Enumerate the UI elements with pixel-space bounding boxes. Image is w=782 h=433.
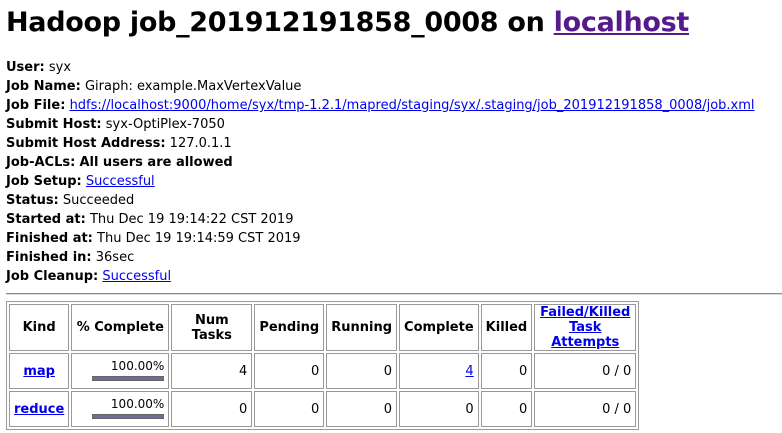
finished-in-label: Finished in: (6, 250, 92, 265)
map-complete-link[interactable]: 4 (465, 364, 473, 379)
cell-kind: map (9, 353, 70, 389)
job-cleanup-row: Job Cleanup: Successful (6, 267, 782, 286)
user-value: syx (48, 60, 72, 75)
job-cleanup-link[interactable]: Successful (102, 269, 171, 284)
started-row: Started at: Thu Dec 19 19:14:22 CST 2019 (6, 210, 782, 229)
progress-text: 100.00% (110, 397, 165, 411)
reduce-link[interactable]: reduce (14, 402, 64, 417)
header-percent-complete: % Complete (71, 304, 170, 351)
job-acls-row: Job-ACLs: All users are allowed (6, 153, 782, 172)
table-row-reduce: reduce 100.00% 0 0 0 0 0 0 / 0 (9, 391, 637, 427)
header-failed-killed: Failed/Killed Task Attempts (534, 304, 637, 351)
cell-running: 0 (326, 391, 398, 427)
job-setup-row: Job Setup: Successful (6, 172, 782, 191)
job-cleanup-label: Job Cleanup: (6, 269, 99, 284)
progress-map: 100.00% (92, 358, 165, 384)
cell-pending: 0 (254, 391, 325, 427)
progress-fill (93, 415, 164, 418)
started-value: Thu Dec 19 19:14:22 CST 2019 (89, 212, 294, 227)
progress-bar (92, 376, 165, 381)
finished-label: Finished at: (6, 231, 93, 246)
cell-kind: reduce (9, 391, 70, 427)
header-complete: Complete (399, 304, 479, 351)
submit-address-label: Submit Host Address: (6, 136, 166, 151)
job-file-row: Job File: hdfs://localhost:9000/home/syx… (6, 96, 782, 115)
header-killed: Killed (480, 304, 533, 351)
status-label: Status: (6, 193, 59, 208)
submit-host-value: syx-OptiPlex-7050 (105, 117, 225, 132)
cell-pending: 0 (254, 353, 325, 389)
cell-percent: 100.00% (71, 353, 170, 389)
job-setup-label: Job Setup: (6, 174, 82, 189)
progress-reduce: 100.00% (92, 396, 165, 422)
finished-in-value: 36sec (95, 250, 135, 265)
job-name-label: Job Name: (6, 79, 81, 94)
job-file-label: Job File: (6, 98, 66, 113)
job-acls-value: All users are allowed (79, 155, 233, 170)
task-summary-table: Kind % Complete Num Tasks Pending Runnin… (6, 301, 640, 430)
job-name-value: Giraph: example.MaxVertexValue (84, 79, 302, 94)
progress-text: 100.00% (110, 359, 165, 373)
cell-killed: 0 (480, 353, 533, 389)
finished-value: Thu Dec 19 19:14:59 CST 2019 (97, 231, 301, 246)
map-link[interactable]: map (23, 364, 55, 379)
cell-running: 0 (326, 353, 398, 389)
divider (6, 293, 782, 295)
job-info: User: syx Job Name: Giraph: example.MaxV… (6, 58, 782, 286)
failed-killed-line1: Failed/Killed (540, 305, 631, 320)
cell-num-tasks: 0 (171, 391, 253, 427)
user-row: User: syx (6, 58, 782, 77)
job-name-row: Job Name: Giraph: example.MaxVertexValue (6, 77, 782, 96)
finished-row: Finished at: Thu Dec 19 19:14:59 CST 201… (6, 229, 782, 248)
cell-killed: 0 (480, 391, 533, 427)
status-value: Succeeded (62, 193, 135, 208)
started-label: Started at: (6, 212, 86, 227)
progress-fill (93, 377, 164, 380)
finished-in-row: Finished in: 36sec (6, 248, 782, 267)
job-setup-link[interactable]: Successful (86, 174, 155, 189)
cell-percent: 100.00% (71, 391, 170, 427)
table-row-map: map 100.00% 4 0 0 4 0 0 / 0 (9, 353, 637, 389)
progress-bar (92, 414, 165, 419)
page-title-text: Hadoop job_201912191858_0008 on (6, 7, 554, 38)
job-acls-label: Job-ACLs: (6, 155, 76, 170)
cell-num-tasks: 4 (171, 353, 253, 389)
cell-complete: 0 (399, 391, 479, 427)
submit-address-value: 127.0.1.1 (169, 136, 232, 151)
submit-host-row: Submit Host: syx-OptiPlex-7050 (6, 115, 782, 134)
cell-failed: 0 / 0 (534, 353, 637, 389)
header-num-tasks: Num Tasks (171, 304, 253, 351)
cell-complete: 4 (399, 353, 479, 389)
failed-killed-line2: Task Attempts (551, 320, 620, 350)
table-header-row: Kind % Complete Num Tasks Pending Runnin… (9, 304, 637, 351)
page-title: Hadoop job_201912191858_0008 on localhos… (6, 0, 782, 40)
job-file-link[interactable]: hdfs://localhost:9000/home/syx/tmp-1.2.1… (70, 98, 755, 113)
submit-address-row: Submit Host Address: 127.0.1.1 (6, 134, 782, 153)
header-pending: Pending (254, 304, 325, 351)
failed-killed-link[interactable]: Failed/Killed Task Attempts (540, 305, 630, 350)
cell-failed: 0 / 0 (534, 391, 637, 427)
header-running: Running (326, 304, 398, 351)
submit-host-label: Submit Host: (6, 117, 102, 132)
header-kind: Kind (9, 304, 70, 351)
localhost-link[interactable]: localhost (554, 7, 690, 38)
status-row: Status: Succeeded (6, 191, 782, 210)
user-label: User: (6, 60, 45, 75)
